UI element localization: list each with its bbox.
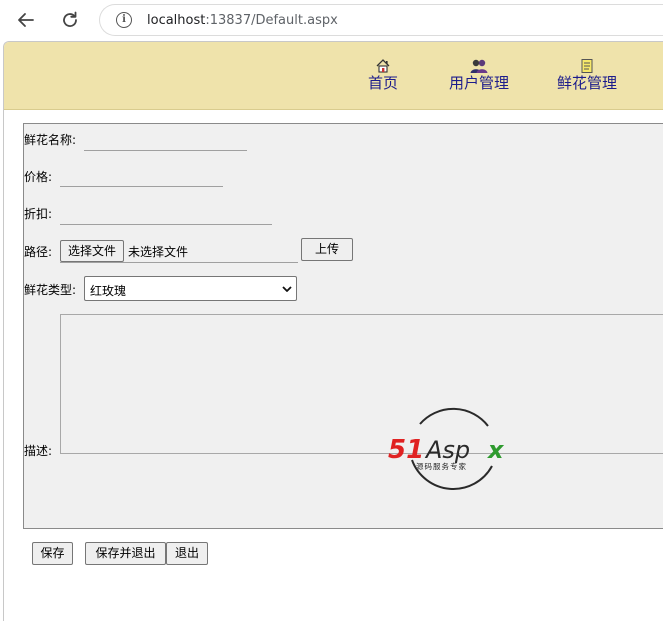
browser-toolbar: i localhost:13837/Default.aspx: [0, 0, 663, 40]
chevron-down-icon: [282, 286, 292, 292]
file-input-underline: [60, 262, 298, 263]
menu-item-users[interactable]: 用户管理: [449, 58, 509, 92]
flower-type-label: 鲜花类型:: [24, 283, 77, 297]
menu-label-flowers: 鲜花管理: [557, 74, 618, 92]
logo-text-asp: Asp: [424, 436, 470, 464]
upload-button[interactable]: 上传: [301, 238, 353, 261]
address-bar[interactable]: i localhost:13837/Default.aspx: [99, 4, 663, 36]
exit-button[interactable]: 退出: [166, 542, 208, 565]
51aspx-logo: 51 Asp x 源码服务专家: [384, 400, 514, 496]
save-button[interactable]: 保存: [32, 542, 73, 565]
url-host: localhost: [147, 13, 206, 28]
reload-button[interactable]: [56, 6, 84, 34]
menu-item-home[interactable]: 首页: [368, 58, 398, 92]
save-and-exit-button[interactable]: 保存并退出: [85, 542, 166, 565]
flower-name-input[interactable]: [84, 150, 247, 151]
home-icon: [376, 59, 390, 73]
logo-text-51: 51: [388, 435, 424, 465]
discount-label: 折扣:: [24, 207, 53, 221]
reload-icon: [63, 11, 77, 27]
file-status-text: 未选择文件: [128, 245, 189, 259]
discount-input[interactable]: [60, 224, 272, 225]
info-icon[interactable]: i: [116, 12, 132, 28]
url-text[interactable]: localhost:13837/Default.aspx: [147, 13, 338, 28]
menu-label-users: 用户管理: [449, 74, 510, 92]
price-input[interactable]: [60, 186, 223, 187]
url-path: :13837/Default.aspx: [205, 13, 338, 28]
choose-file-button[interactable]: 选择文件: [60, 240, 124, 262]
menu-item-flowers[interactable]: 鲜花管理: [557, 58, 617, 92]
arrow-left-icon: [18, 13, 34, 27]
logo-text-x: x: [487, 436, 505, 464]
description-label: 描述:: [24, 444, 53, 458]
description-textarea[interactable]: [60, 314, 663, 454]
price-label: 价格:: [24, 170, 53, 184]
flower-type-value: 红玫瑰: [90, 284, 127, 298]
back-button[interactable]: [12, 6, 40, 34]
logo-tagline: 源码服务专家: [416, 461, 467, 471]
users-icon: [470, 59, 488, 73]
notepad-icon: [581, 59, 593, 73]
flower-name-label: 鲜花名称:: [24, 133, 77, 147]
path-label: 路径:: [24, 245, 53, 259]
menu-label-home: 首页: [368, 74, 399, 92]
flower-type-select[interactable]: 红玫瑰: [84, 276, 297, 301]
